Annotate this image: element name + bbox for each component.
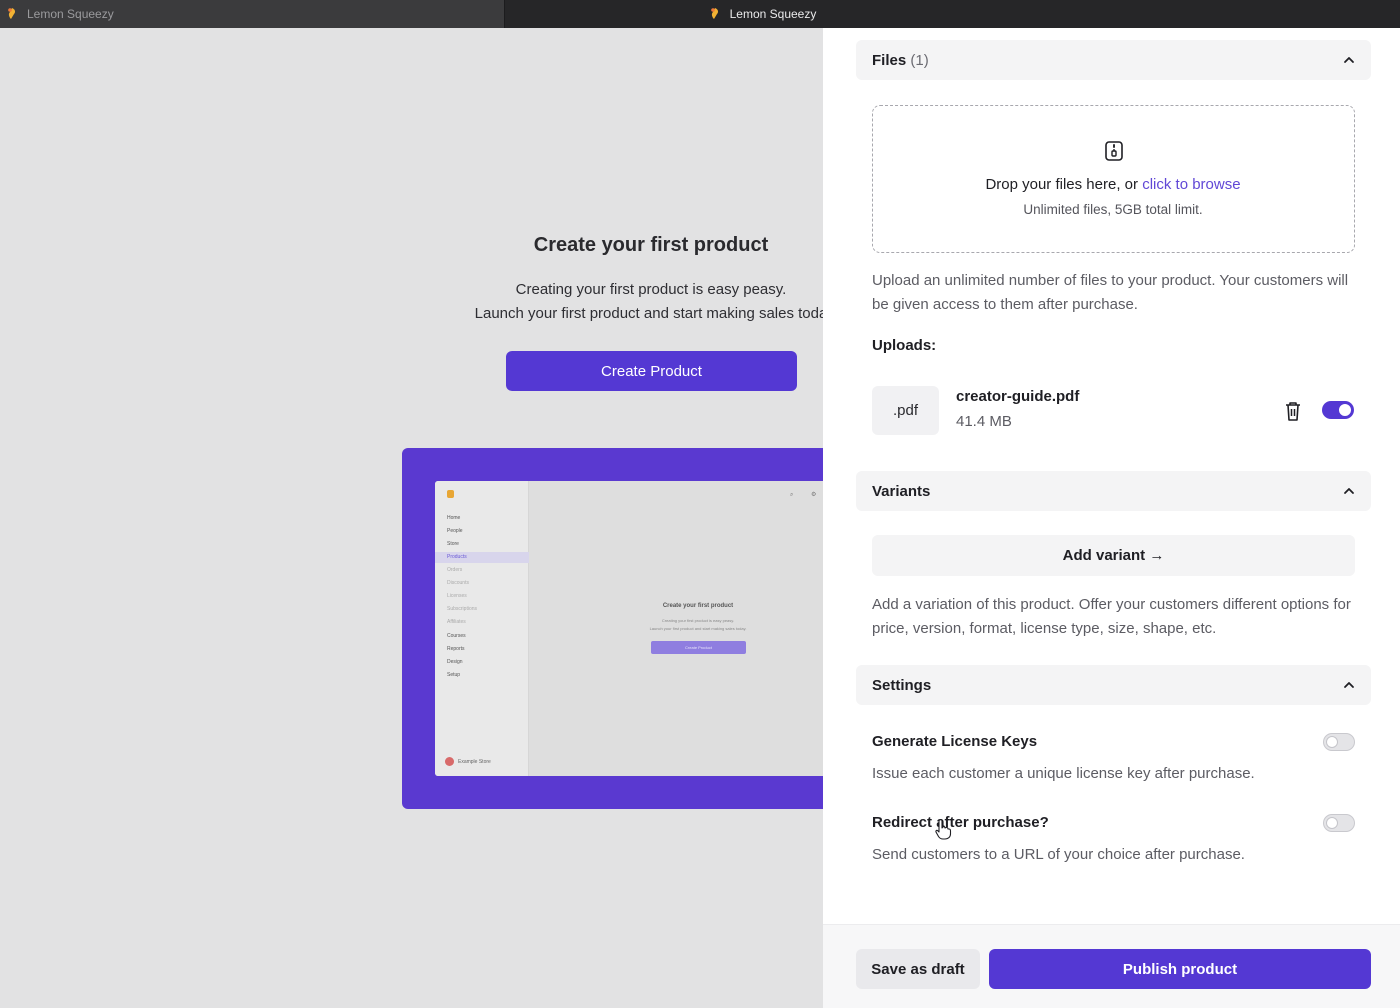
license-keys-desc: Issue each customer a unique license key…: [872, 765, 1255, 782]
preview-nav-item: People: [447, 528, 463, 534]
preview-nav-item: Store: [447, 541, 459, 547]
license-keys-toggle[interactable]: [1323, 733, 1355, 751]
preview-nav-item: Design: [447, 659, 463, 665]
store-avatar: [445, 757, 454, 766]
license-keys-title: Generate License Keys: [872, 733, 1038, 750]
preview-sidebar: Home People Store Products Orders Discou…: [435, 481, 529, 776]
variants-help-text: Add a variation of this product. Offer y…: [872, 596, 1351, 637]
trash-icon[interactable]: [1283, 400, 1303, 422]
click-to-browse-link[interactable]: click to browse: [1142, 176, 1240, 193]
preview-logo-icon: [447, 490, 454, 498]
browser-tab-bar: Lemon Squeezy Lemon Squeezy: [0, 0, 1400, 28]
preview-nav-item: Home: [447, 515, 461, 521]
file-dropzone[interactable]: Drop your files here, or click to browse…: [872, 105, 1355, 253]
file-type-badge: .pdf: [872, 386, 939, 435]
tab-label: Lemon Squeezy: [729, 7, 817, 21]
preview-line-2: Launch your first product and start maki…: [649, 626, 747, 631]
chevron-up-icon[interactable]: [1343, 679, 1355, 691]
toggle-knob: [1339, 404, 1351, 416]
hand-cursor-icon: [935, 819, 952, 840]
preview-create-button: Create Product: [651, 641, 746, 654]
redirect-toggle[interactable]: [1323, 814, 1355, 832]
save-as-draft-button[interactable]: Save as draft: [856, 949, 980, 989]
empty-state-title: Create your first product: [533, 234, 769, 256]
toggle-knob: [1326, 736, 1338, 748]
create-product-button[interactable]: Create Product: [506, 351, 797, 391]
preview-nav-item: Subscriptions: [447, 606, 478, 612]
product-editor-panel: Files (1) Drop your files here, or click…: [823, 28, 1400, 1008]
preview-store-name: Example Store: [458, 758, 491, 765]
dropzone-text: Drop your files here, or click to browse: [985, 176, 1241, 193]
file-size: 41.4 MB: [956, 413, 1012, 430]
chevron-up-icon[interactable]: [1343, 485, 1355, 497]
publish-product-button[interactable]: Publish product: [989, 949, 1371, 989]
preview-nav-item: Setup: [447, 672, 461, 678]
settings-section-title: Settings: [872, 676, 932, 694]
preview-nav-item: Licenses: [447, 593, 467, 599]
redirect-desc: Send customers to a URL of your choice a…: [872, 846, 1245, 863]
tab-lemon-squeezy-active[interactable]: Lemon Squeezy: [505, 0, 1400, 28]
preview-nav-item: Courses: [447, 633, 466, 639]
editor-footer: Save as draft Publish product: [823, 924, 1400, 1008]
preview-illustration: Home People Store Products Orders Discou…: [402, 448, 823, 809]
variants-section-header[interactable]: Variants: [856, 471, 1371, 511]
redirect-title: Redirect after purchase?: [872, 814, 1049, 831]
preview-title: Create your first product: [662, 603, 734, 609]
preview-nav-item: Products: [435, 552, 529, 563]
file-name: creator-guide.pdf: [956, 388, 1080, 405]
files-count: (1): [910, 51, 929, 69]
zip-file-icon: [1105, 141, 1123, 161]
files-section-header[interactable]: Files (1): [856, 40, 1371, 80]
products-empty-state: Create your first product Creating your …: [0, 28, 823, 1008]
file-enabled-toggle[interactable]: [1322, 401, 1354, 419]
tab-label: Lemon Squeezy: [27, 7, 114, 21]
toggle-knob: [1326, 817, 1338, 829]
lemon-squeezy-logo-icon: [8, 8, 16, 19]
preview-nav-item: Discounts: [447, 580, 469, 586]
files-section-title: Files: [872, 51, 907, 69]
chevron-up-icon[interactable]: [1343, 54, 1355, 66]
preview-screen: Home People Store Products Orders Discou…: [435, 481, 823, 776]
empty-state-line-2: Launch your first product and start maki…: [474, 305, 823, 322]
empty-state-line-1: Creating your first product is easy peas…: [515, 281, 787, 298]
files-help-text: Upload an unlimited number of files to y…: [872, 272, 1349, 313]
uploads-label: Uploads:: [872, 337, 937, 354]
preview-nav-item: Affiliates: [447, 619, 466, 625]
preview-nav-item: Orders: [447, 567, 463, 573]
variants-section-title: Variants: [872, 482, 931, 500]
lemon-squeezy-logo-icon: [710, 8, 718, 19]
upload-row: .pdf creator-guide.pdf 41.4 MB: [872, 386, 1355, 436]
add-variant-button[interactable]: Add variant →: [872, 535, 1355, 576]
dropzone-limit: Unlimited files, 5GB total limit.: [1023, 202, 1203, 217]
settings-section-header[interactable]: Settings: [856, 665, 1371, 705]
preview-line-1: Creating your first product is easy peas…: [661, 618, 735, 623]
preview-store-switcher: Example Store: [445, 757, 491, 766]
preview-nav-item: Reports: [447, 646, 465, 652]
preview-toolbar-icons: ⌕ ⚙: [790, 492, 823, 498]
tab-lemon-squeezy-inactive[interactable]: Lemon Squeezy: [0, 0, 505, 28]
